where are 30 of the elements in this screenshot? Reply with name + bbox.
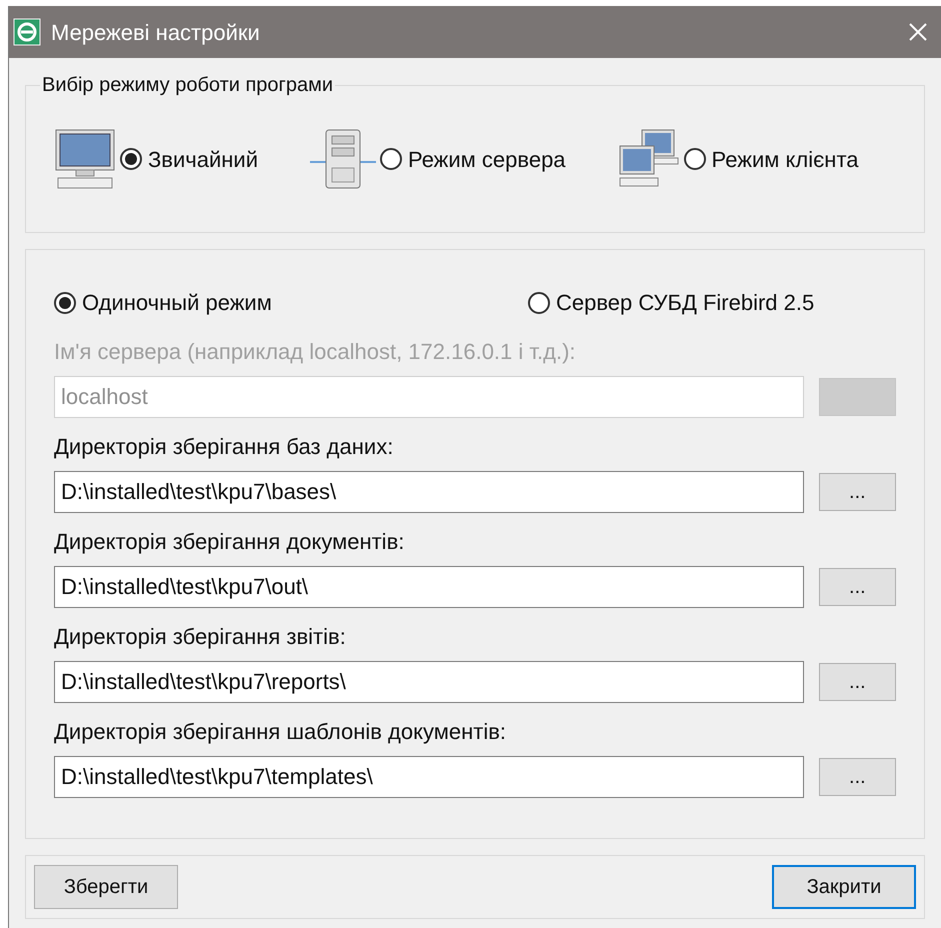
app-icon [13,18,41,46]
radio-button[interactable] [380,148,402,170]
radio-button[interactable] [528,292,550,314]
radio-button[interactable] [684,148,706,170]
directory-label: Директорія зберігання баз даних: [54,433,394,461]
radio-label[interactable]: Одиночный режим [82,286,272,319]
directory-path-field[interactable]: D:\installed\test\kpu7\templates\ [54,756,804,798]
radio-label[interactable]: Режим сервера [408,142,566,176]
browse-button[interactable]: ... [818,663,896,701]
desktop-computer-icon [54,128,116,190]
directory-label: Директорія зберігання звітів: [54,623,347,651]
close-icon [908,22,928,42]
radio-label[interactable]: Сервер СУБД Firebird 2.5 [556,286,814,319]
radio-button[interactable] [120,148,142,170]
browse-button[interactable]: ... [818,758,896,796]
browse-button[interactable]: ... [818,473,896,511]
radio-button[interactable] [54,292,76,314]
save-button[interactable]: Зберегти [34,865,178,909]
directory-path-field[interactable]: D:\installed\test\kpu7\bases\ [54,471,804,513]
directory-path-field[interactable]: D:\installed\test\kpu7\out\ [54,566,804,608]
server-tower-icon [310,128,376,190]
directory-label: Директорія зберігання шаблонів документів: [54,718,508,746]
window-title: Мережеві настройки [51,18,260,47]
close-dialog-button[interactable]: Закрити [772,865,916,909]
browse-button[interactable]: ... [818,568,896,606]
directory-label: Директорія зберігання документів: [54,528,406,556]
directory-path-field[interactable]: D:\installed\test\kpu7\reports\ [54,661,804,703]
radio-label[interactable]: Режим клієнта [712,142,859,176]
server-name-label: Ім'я сервера (наприклад localhost, 172.16.0.1 і т.д.): [54,338,577,366]
radio-label[interactable]: Звичайний [148,142,258,176]
